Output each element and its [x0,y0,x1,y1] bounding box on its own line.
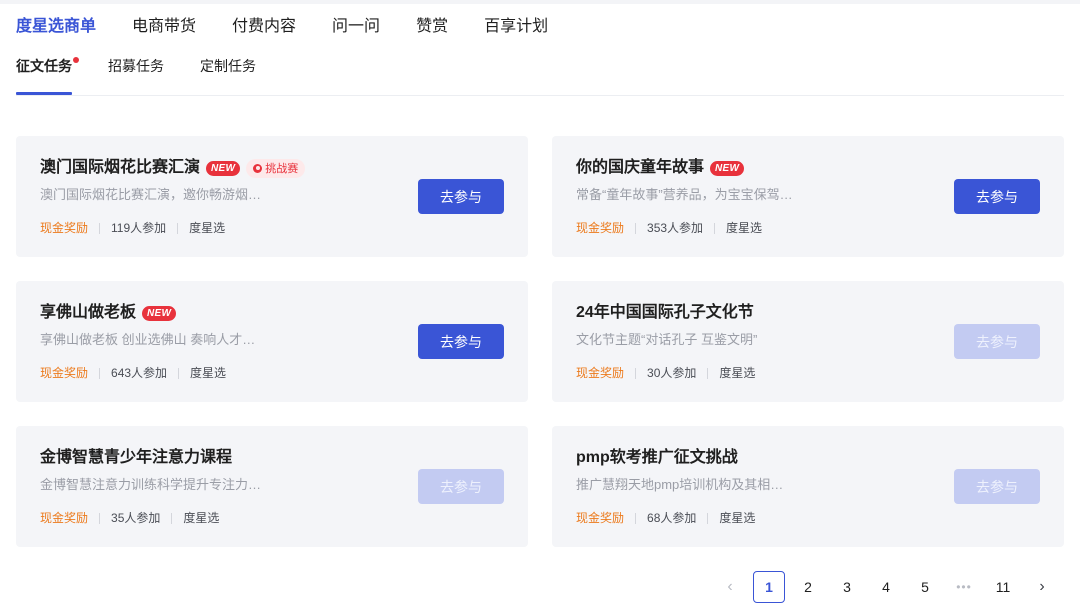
task-card: 享佛山做老板 NEW 享佛山做老板 创业选佛山 奏响人才… 现金奖励 643人参… [16,281,528,402]
task-description: 享佛山做老板 创业选佛山 奏响人才… [40,332,256,347]
meta-separator [177,222,179,234]
task-meta: 现金奖励 35人参加 度星选 [40,510,219,526]
challenge-badge-label: 挑战赛 [265,163,299,175]
task-card: 金博智慧青少年注意力课程 金博智慧注意力训练科学提升专注力… 现金奖励 35人参… [16,426,528,547]
task-title[interactable]: 澳门国际烟花比赛汇演 [40,157,200,179]
reward-type: 现金奖励 [576,366,625,380]
platform-label: 度星选 [726,221,763,235]
meta-separator [99,222,101,234]
sub-nav-tab-essay-tasks[interactable]: 征文任务 [16,56,79,76]
reward-type: 现金奖励 [576,221,625,235]
new-badge: NEW [206,160,241,176]
meta-separator [99,512,101,524]
main-nav-tab-duxingxuan[interactable]: 度星选商单 [16,16,96,38]
task-meta: 现金奖励 119人参加 度星选 [40,220,225,236]
reward-type: 现金奖励 [576,511,625,525]
reward-type: 现金奖励 [40,221,89,235]
notification-dot [73,57,79,63]
join-button-disabled: 去参与 [418,469,504,504]
page-button[interactable]: 4 [870,571,902,603]
task-title[interactable]: 享佛山做老板 [40,302,136,324]
page-ellipsis[interactable]: ••• [948,571,980,603]
participant-count: 353人参加 [647,221,704,235]
platform-label: 度星选 [719,366,756,380]
task-title[interactable]: pmp软考推广征文挑战 [576,447,738,469]
participant-count: 35人参加 [111,511,161,525]
task-title[interactable]: 24年中国国际孔子文化节 [576,302,754,324]
page-button[interactable]: 2 [792,571,824,603]
main-nav-tab-appreciation[interactable]: 赞赏 [416,16,448,38]
platform-label: 度星选 [183,511,220,525]
task-description: 文化节主题“对话孔子 互鉴文明” [576,332,758,347]
meta-separator [99,367,101,379]
meta-separator [178,367,180,379]
main-nav-tab-baixiang-plan[interactable]: 百享计划 [484,16,548,38]
task-title-row: 24年中国国际孔子文化节 [576,302,754,324]
challenge-icon [253,163,263,173]
join-button-disabled: 去参与 [954,469,1040,504]
task-title-row: 你的国庆童年故事 NEW [576,157,745,179]
task-title-row: 澳门国际烟花比赛汇演 NEW 挑战赛 [40,157,306,179]
task-description: 推广慧翔天地pmp培训机构及其相… [576,477,784,492]
join-button[interactable]: 去参与 [418,324,504,359]
new-badge: NEW [142,305,177,321]
page-button-current[interactable]: 1 [753,571,785,603]
meta-separator [635,367,637,379]
meta-separator [635,222,637,234]
page-button[interactable]: 3 [831,571,863,603]
new-badge: NEW [710,160,745,176]
main-nav: 度星选商单 电商带货 付费内容 问一问 赞赏 百享计划 [16,16,548,38]
page-button-last[interactable]: 11 [987,571,1019,603]
sub-nav-tab-recruit-tasks[interactable]: 招募任务 [108,56,164,76]
next-page-icon[interactable]: › [1026,571,1058,603]
participant-count: 643人参加 [111,366,168,380]
challenge-badge: 挑战赛 [246,158,306,178]
meta-separator [707,512,709,524]
main-nav-tab-ask[interactable]: 问一问 [332,16,380,38]
meta-separator [714,222,716,234]
task-meta: 现金奖励 68人参加 度星选 [576,510,755,526]
platform-label: 度星选 [189,221,226,235]
task-card: pmp软考推广征文挑战 推广慧翔天地pmp培训机构及其相… 现金奖励 68人参加… [552,426,1064,547]
meta-separator [171,512,173,524]
platform-label: 度星选 [190,366,227,380]
task-card: 你的国庆童年故事 NEW 常备“童年故事”营养品，为宝宝保驾… 现金奖励 353… [552,136,1064,257]
sub-nav-tab-custom-tasks[interactable]: 定制任务 [200,56,256,76]
sub-nav-tab-label: 征文任务 [16,58,72,74]
task-meta: 现金奖励 643人参加 度星选 [40,365,226,381]
sub-nav: 征文任务 招募任务 定制任务 [16,56,256,76]
join-button[interactable]: 去参与 [954,179,1040,214]
meta-separator [707,367,709,379]
participant-count: 30人参加 [647,366,697,380]
participant-count: 119人参加 [111,221,167,235]
task-meta: 现金奖励 353人参加 度星选 [576,220,762,236]
join-button-disabled: 去参与 [954,324,1040,359]
reward-type: 现金奖励 [40,366,89,380]
page-button[interactable]: 5 [909,571,941,603]
task-card: 澳门国际烟花比赛汇演 NEW 挑战赛 澳门国际烟花比赛汇演，邀你畅游烟… 现金奖… [16,136,528,257]
task-title-row: pmp软考推广征文挑战 [576,447,738,469]
top-strip [0,0,1080,4]
task-title[interactable]: 金博智慧青少年注意力课程 [40,447,232,469]
participant-count: 68人参加 [647,511,697,525]
join-button[interactable]: 去参与 [418,179,504,214]
task-description: 金博智慧注意力训练科学提升专注力… [40,477,262,492]
main-nav-tab-ecommerce[interactable]: 电商带货 [132,16,196,38]
platform-label: 度星选 [719,511,756,525]
reward-type: 现金奖励 [40,511,89,525]
prev-page-icon[interactable]: ‹ [714,571,746,603]
task-description: 常备“童年故事”营养品，为宝宝保驾… [576,187,793,202]
pagination: ‹ 1 2 3 4 5 ••• 11 › [714,571,1065,603]
meta-separator [635,512,637,524]
task-card: 24年中国国际孔子文化节 文化节主题“对话孔子 互鉴文明” 现金奖励 30人参加… [552,281,1064,402]
task-title-row: 享佛山做老板 NEW [40,302,177,324]
main-nav-tab-paid-content[interactable]: 付费内容 [232,16,296,38]
task-description: 澳门国际烟花比赛汇演，邀你畅游烟… [40,187,262,202]
task-title-row: 金博智慧青少年注意力课程 [40,447,232,469]
task-meta: 现金奖励 30人参加 度星选 [576,365,755,381]
task-title[interactable]: 你的国庆童年故事 [576,157,704,179]
sub-nav-divider [16,95,1064,96]
